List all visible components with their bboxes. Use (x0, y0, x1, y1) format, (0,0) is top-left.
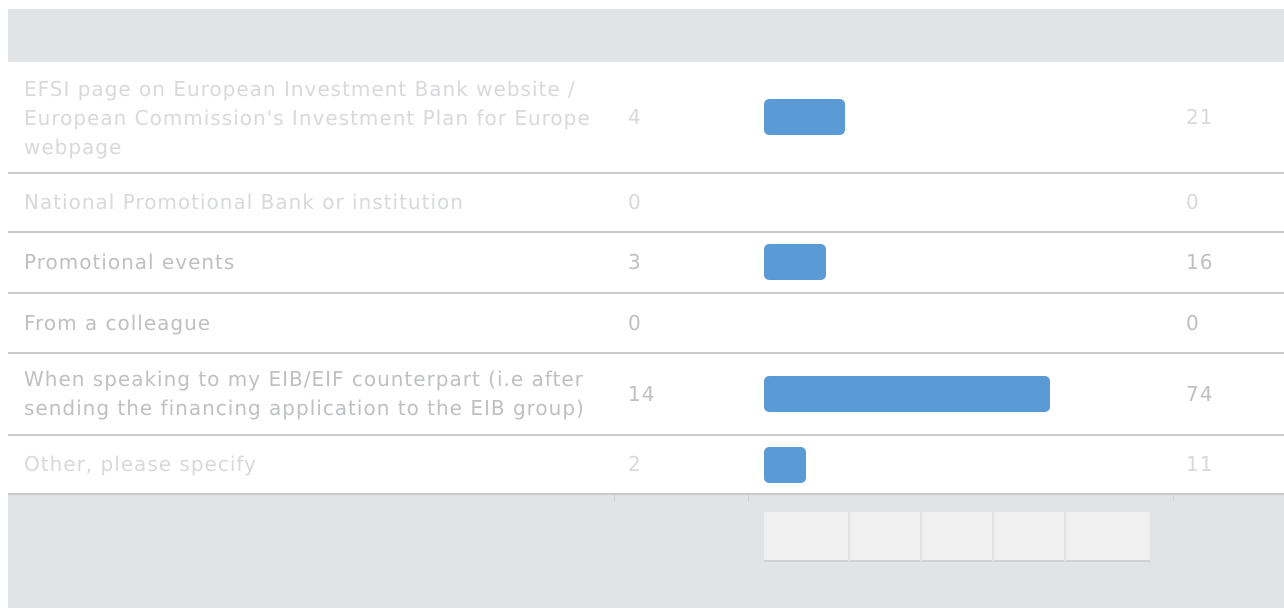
row-percent: 11 (1186, 452, 1214, 476)
row-label: Promotional events (24, 250, 236, 274)
scale-segment (850, 512, 922, 562)
table-row: From a colleague 0 0 (8, 294, 1284, 354)
row-percent: 74 (1186, 382, 1214, 406)
survey-results-panel: EFSI page on European Investment Bank we… (8, 9, 1284, 608)
row-bar (764, 447, 806, 483)
table-row: EFSI page on European Investment Bank we… (8, 62, 1284, 174)
scale-segment (1066, 512, 1150, 562)
row-percent: 0 (1186, 190, 1200, 214)
row-count: 3 (628, 250, 642, 274)
row-count: 0 (628, 311, 642, 335)
row-percent: 16 (1186, 250, 1214, 274)
table-header (8, 9, 1284, 62)
table-row: National Promotional Bank or institution… (8, 174, 1284, 233)
table-row: When speaking to my EIB/EIF counterpart … (8, 354, 1284, 436)
row-percent: 0 (1186, 311, 1200, 335)
scale-segment (922, 512, 994, 562)
row-count: 4 (628, 105, 642, 129)
table-row: Other, please specify 2 11 (8, 436, 1284, 495)
column-divider (748, 495, 749, 501)
table-row: Promotional events 3 16 (8, 233, 1284, 294)
row-bar (764, 99, 845, 135)
column-divider (1173, 495, 1174, 501)
row-count: 14 (628, 382, 656, 406)
row-label: EFSI page on European Investment Bank we… (24, 77, 591, 159)
scale-segment (994, 512, 1066, 562)
row-label: From a colleague (24, 311, 212, 335)
row-percent: 21 (1186, 105, 1214, 129)
row-count: 0 (628, 190, 642, 214)
row-bar (764, 244, 826, 280)
bar-scale (764, 512, 1150, 562)
column-divider (614, 495, 615, 501)
row-label: Other, please specify (24, 452, 257, 476)
row-count: 2 (628, 452, 642, 476)
row-label: When speaking to my EIB/EIF counterpart … (24, 367, 585, 420)
scale-segment (764, 512, 850, 562)
row-label: National Promotional Bank or institution (24, 190, 464, 214)
row-bar (764, 376, 1050, 412)
